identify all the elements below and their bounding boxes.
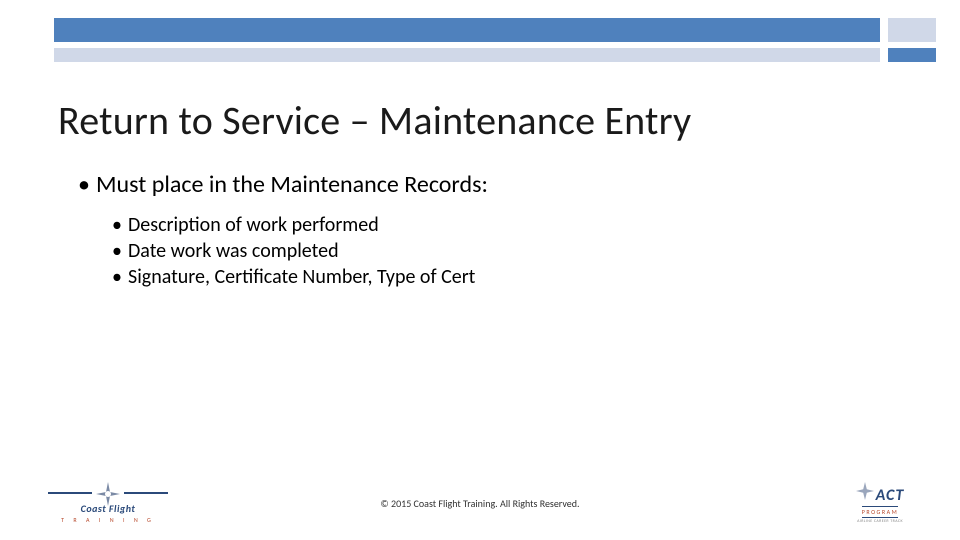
bullet-level2-text: Date work was completed [128, 239, 339, 263]
bullet-level2-group: • Description of work performed • Date w… [112, 213, 900, 289]
bullet-level2-text: Description of work performed [128, 213, 379, 237]
header-bars [54, 18, 936, 62]
header-bar-top-end [888, 18, 936, 42]
act-emblem: ACT [856, 482, 905, 505]
bullet-level2: • Description of work performed [112, 213, 900, 237]
content-body: • Must place in the Maintenance Records:… [78, 170, 900, 291]
footer: Coast Flight T R A I N I N G © 2015 Coas… [0, 482, 960, 524]
compass-star-icon [856, 482, 874, 505]
bullet-icon: • [112, 265, 128, 289]
bullet-icon: • [78, 170, 96, 199]
bullet-level1-text: Must place in the Maintenance Records: [96, 170, 488, 199]
act-program-label: PROGRAM [862, 506, 898, 518]
bullet-level1: • Must place in the Maintenance Records: [78, 170, 900, 199]
bullet-level2: • Signature, Certificate Number, Type of… [112, 265, 900, 289]
wing-line-left [48, 492, 92, 494]
header-bar-bottom [54, 48, 936, 62]
header-bar-bottom-end [888, 48, 936, 62]
header-bar-gap [880, 48, 888, 62]
coast-flight-emblem [48, 482, 168, 504]
act-subtext: AIRLINE CAREER TRACK [857, 519, 903, 524]
bullet-icon: • [112, 239, 128, 263]
bullet-icon: • [112, 213, 128, 237]
header-bar-top [54, 18, 936, 42]
wing-line-right [124, 492, 168, 494]
coast-flight-subtext: T R A I N I N G [61, 516, 155, 524]
page-title: Return to Service – Maintenance Entry [58, 96, 691, 145]
compass-star-icon [96, 482, 120, 506]
header-bar-gap [880, 18, 888, 42]
logo-act: ACT PROGRAM AIRLINE CAREER TRACK [840, 482, 920, 524]
header-bar-bottom-main [54, 48, 880, 62]
header-bar-top-main [54, 18, 880, 42]
act-wordmark: ACT [876, 486, 905, 505]
bullet-level2-text: Signature, Certificate Number, Type of C… [128, 265, 475, 289]
bullet-level2: • Date work was completed [112, 239, 900, 263]
logo-coast-flight: Coast Flight T R A I N I N G [48, 482, 168, 524]
